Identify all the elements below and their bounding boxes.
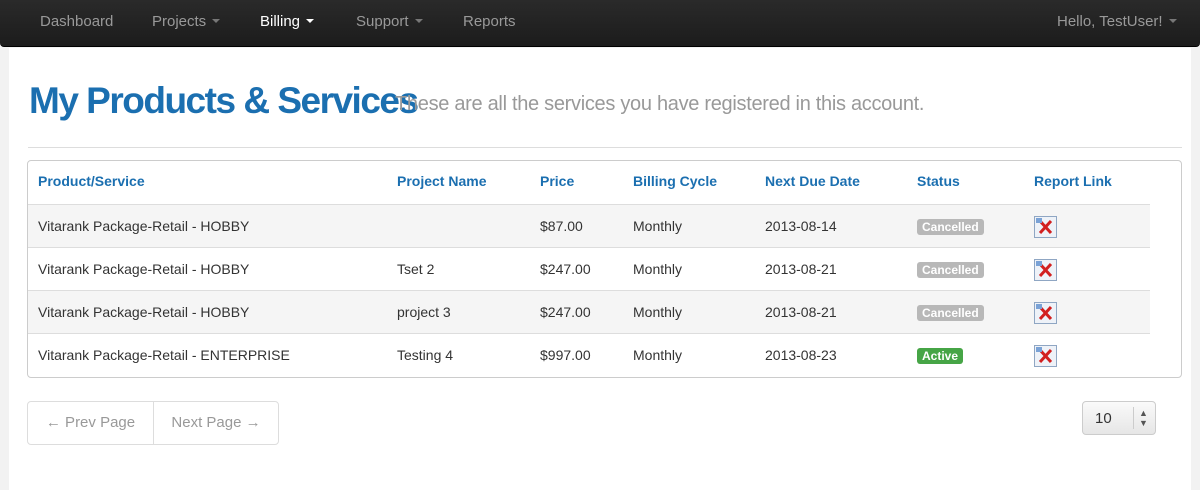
nav-item-label: Billing (260, 13, 301, 30)
cell-price: $247.00 (540, 304, 591, 320)
cell-project: project 3 (397, 304, 451, 320)
column-header-project[interactable]: Project Name (397, 173, 486, 189)
table-row[interactable]: Vitarank Package-Retail - ENTERPRISE Tes… (28, 333, 1150, 376)
column-header-report-link[interactable]: Report Link (1034, 173, 1112, 189)
nav-item-billing[interactable]: Billing (260, 0, 315, 43)
cell-billing-cycle: Monthly (633, 347, 683, 363)
broken-image-icon[interactable] (1034, 345, 1057, 367)
nav-item-projects[interactable]: Projects (152, 0, 221, 43)
cell-product: Vitarank Package-Retail - HOBBY (38, 261, 250, 277)
page-size-select[interactable]: 10 ▲ ▼ (1082, 401, 1156, 435)
cell-price: $247.00 (540, 261, 591, 277)
cell-billing-cycle: Monthly (633, 218, 683, 234)
cell-billing-cycle: Monthly (633, 304, 683, 320)
pagination: ← Prev Page Next Page → (27, 401, 279, 445)
status-badge: Cancelled (917, 262, 984, 278)
cell-next-due-date: 2013-08-23 (765, 347, 837, 363)
chevron-down-icon (212, 19, 221, 24)
cell-next-due-date: 2013-08-14 (765, 218, 837, 234)
nav-item-label: Projects (152, 13, 207, 30)
nav-item-support[interactable]: Support (356, 0, 423, 43)
status-badge: Cancelled (917, 219, 984, 235)
status-badge: Cancelled (917, 305, 984, 321)
cell-product: Vitarank Package-Retail - HOBBY (38, 304, 250, 320)
page-title: My Products & Services (29, 80, 419, 121)
nav-item-label: Support (356, 13, 409, 30)
nav-item-label: Dashboard (40, 13, 114, 30)
table-row[interactable]: Vitarank Package-Retail - HOBBY Tset 2 $… (28, 247, 1150, 290)
nav-item-reports[interactable]: Reports (463, 0, 516, 43)
column-header-product[interactable]: Product/Service (38, 173, 145, 189)
broken-image-icon[interactable] (1034, 302, 1057, 324)
nav-item-label: Reports (463, 13, 516, 30)
nav-item-dashboard[interactable]: Dashboard (40, 0, 113, 43)
cell-project: Tset 2 (397, 261, 435, 277)
chevron-down-icon (306, 19, 315, 24)
cell-project: Testing 4 (397, 347, 454, 363)
select-divider (1133, 407, 1134, 429)
prev-page-button[interactable]: ← Prev Page (28, 402, 153, 444)
user-greeting: Hello, TestUser! (1057, 13, 1163, 30)
broken-image-icon[interactable] (1034, 216, 1057, 238)
cell-next-due-date: 2013-08-21 (765, 304, 837, 320)
cell-product: Vitarank Package-Retail - HOBBY (38, 218, 250, 234)
page-size-value: 10 (1095, 410, 1112, 427)
status-badge: Active (917, 348, 964, 364)
chevron-down-icon (414, 19, 423, 24)
cell-next-due-date: 2013-08-21 (765, 261, 837, 277)
cell-price: $997.00 (540, 347, 591, 363)
next-page-button[interactable]: Next Page → (154, 402, 278, 444)
user-menu[interactable]: Hello, TestUser! (1057, 0, 1177, 43)
cell-billing-cycle: Monthly (633, 261, 683, 277)
cell-product: Vitarank Package-Retail - ENTERPRISE (38, 347, 290, 363)
column-header-billing-cycle[interactable]: Billing Cycle (633, 173, 717, 189)
cell-price: $87.00 (540, 218, 583, 234)
column-header-next-due-date[interactable]: Next Due Date (765, 173, 860, 189)
column-header-price[interactable]: Price (540, 173, 574, 189)
column-header-status[interactable]: Status (917, 173, 960, 189)
up-down-arrows-icon: ▲ ▼ (1139, 408, 1148, 428)
table-row[interactable]: Vitarank Package-Retail - HOBBY $87.00 M… (28, 204, 1150, 247)
divider (28, 147, 1182, 148)
table-row[interactable]: Vitarank Package-Retail - HOBBY project … (28, 290, 1150, 333)
top-navbar: Dashboard Projects Billing Support Repor… (0, 0, 1200, 47)
chevron-down-icon (1168, 19, 1177, 24)
broken-image-icon[interactable] (1034, 259, 1057, 281)
page-subtitle: These are all the services you have regi… (395, 93, 925, 115)
